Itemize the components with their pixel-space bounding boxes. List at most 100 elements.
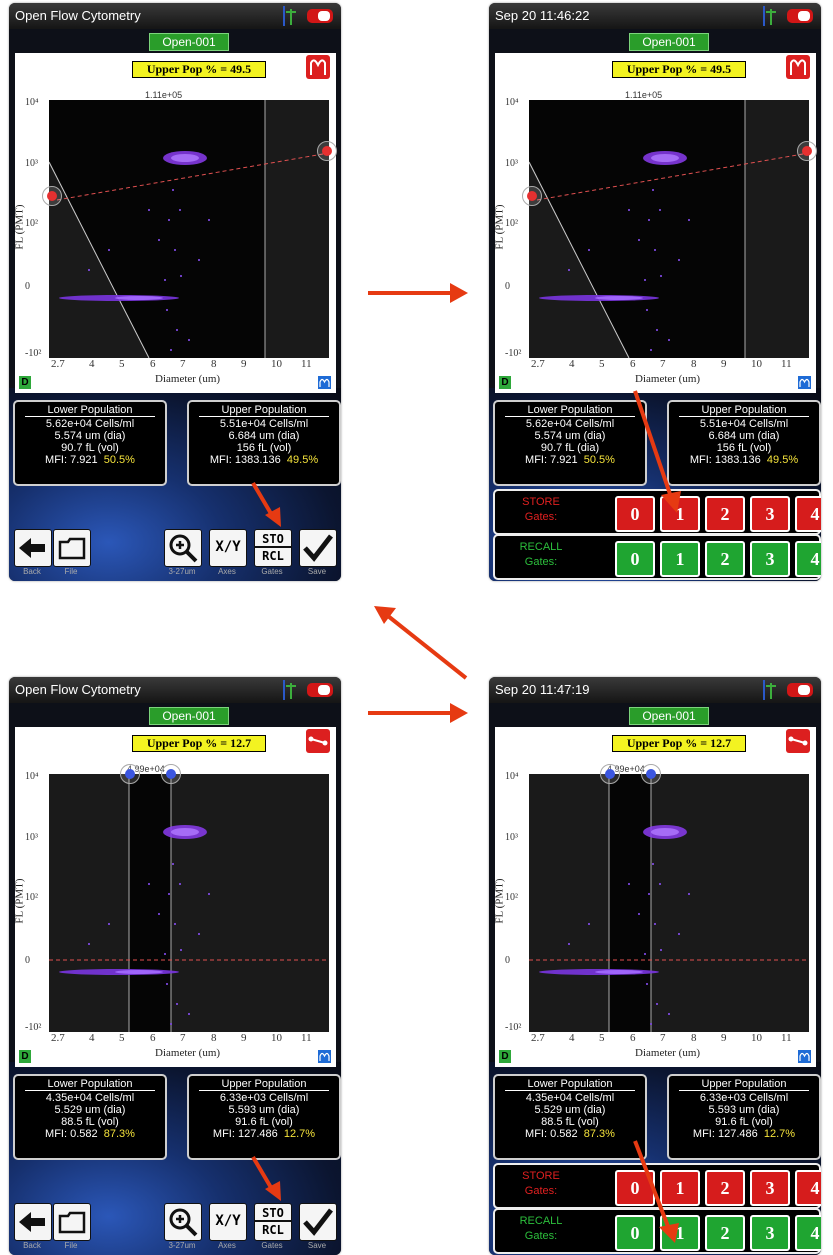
file-icon xyxy=(58,537,86,560)
histogram-icon[interactable] xyxy=(798,1050,811,1063)
gate-handle[interactable] xyxy=(42,186,62,206)
y-tick: 10⁴ xyxy=(25,771,39,782)
x-tick: 5 xyxy=(599,1032,605,1044)
gate-count-annotation: 1.11e+05 xyxy=(145,90,183,100)
recall-label-line2: Gates: xyxy=(524,556,558,568)
d-button[interactable]: D xyxy=(499,1050,511,1063)
y-tick: 10² xyxy=(25,892,38,903)
recall-slot-2[interactable]: 2 xyxy=(705,1215,745,1251)
plot-area: Upper Pop % = 12.7 10⁴ 10³ 10² 0 -10² 2.7 4 5 6 7… xyxy=(14,727,336,1067)
diameter-value: 6.684 um (dia) xyxy=(708,430,780,442)
gate-handle[interactable] xyxy=(522,186,542,206)
d-button[interactable]: D xyxy=(499,376,511,389)
x-tick: 7 xyxy=(660,1032,666,1044)
gate-shape-button[interactable] xyxy=(306,55,330,79)
y-axis-label: FL (PMT) xyxy=(493,878,506,924)
upper-pop-label: Upper Pop % = 49.5 xyxy=(612,61,746,78)
x-tick: 8 xyxy=(211,358,217,370)
save-button[interactable] xyxy=(299,1203,337,1241)
gate-handle[interactable] xyxy=(161,764,181,784)
arrow-to-recall-slot xyxy=(633,1140,679,1243)
store-slot-2[interactable]: 2 xyxy=(705,496,745,532)
store-slot-3[interactable]: 3 xyxy=(750,496,790,532)
gates-button[interactable]: STO RCL xyxy=(254,529,292,567)
store-slot-3[interactable]: 3 xyxy=(750,1170,790,1206)
file-button[interactable] xyxy=(53,1203,91,1241)
recall-slot-0[interactable]: 0 xyxy=(615,541,655,577)
save-button[interactable] xyxy=(299,529,337,567)
recall-label-line1: RECALL xyxy=(519,541,563,553)
y-tick: 0 xyxy=(505,955,510,966)
x-tick: 6 xyxy=(630,358,636,370)
gate-shape-button[interactable] xyxy=(786,55,810,79)
store-gates-label: STORE Gates: xyxy=(501,495,581,525)
scatter-plot[interactable] xyxy=(49,100,329,358)
diameter-value: 5.593 um (dia) xyxy=(708,1104,780,1116)
x-tick: 2.7 xyxy=(531,358,545,370)
d-button[interactable]: D xyxy=(19,376,31,389)
gates-button-caption: Gates xyxy=(261,567,283,576)
d-button[interactable]: D xyxy=(19,1050,31,1063)
cells-per-ml: 5.62e+04 Cells/ml xyxy=(45,418,135,430)
zoom-button[interactable] xyxy=(164,529,202,567)
lower-population-title: Lower Population xyxy=(25,1078,155,1091)
diameter-value: 5.574 um (dia) xyxy=(54,430,126,442)
arrow-to-store-slot xyxy=(633,390,681,513)
cells-per-ml: 6.33e+03 Cells/ml xyxy=(219,1092,309,1104)
zoom-button[interactable] xyxy=(164,1203,202,1241)
back-button[interactable] xyxy=(14,1203,52,1241)
diameter-value: 5.593 um (dia) xyxy=(228,1104,300,1116)
x-tick: 5 xyxy=(119,358,125,370)
scatter-plot[interactable] xyxy=(529,774,809,1032)
store-label-line1: STORE xyxy=(522,496,560,508)
recall-slot-4[interactable]: 4 xyxy=(795,541,821,577)
x-axis-label: Diameter (um) xyxy=(155,373,221,385)
gates-button[interactable]: STO RCL xyxy=(254,1203,292,1241)
arrow-right-bottom xyxy=(368,703,468,723)
gate-handle[interactable] xyxy=(317,141,337,161)
axes-button[interactable]: X/Y xyxy=(209,529,247,567)
back-button-caption: Back xyxy=(23,567,41,576)
arrow-right-top xyxy=(368,283,468,303)
file-button[interactable] xyxy=(53,529,91,567)
battery-icon xyxy=(787,9,813,23)
arrow-to-gates xyxy=(251,481,281,527)
lower-population-title: Lower Population xyxy=(505,404,635,417)
axes-button[interactable]: X/Y xyxy=(209,1203,247,1241)
gate-handle[interactable] xyxy=(797,141,817,161)
x-tick: 11 xyxy=(301,1032,312,1044)
histogram-icon[interactable] xyxy=(318,1050,331,1063)
plot-area: Upper Pop % = 49.5 10⁴ 10³ 10² 0 -10² 2.7 4 5 6 7… xyxy=(494,53,817,393)
arrow-diagonal-up-left xyxy=(374,606,468,680)
recall-slot-3[interactable]: 3 xyxy=(750,1215,790,1251)
scatter-plot[interactable] xyxy=(49,774,329,1032)
back-icon xyxy=(19,538,45,558)
y-tick: -10² xyxy=(505,348,522,359)
scatter-plot[interactable] xyxy=(529,100,809,358)
diameter-value: 5.574 um (dia) xyxy=(534,430,606,442)
store-slot-4[interactable]: 4 xyxy=(795,496,821,532)
gate-shape-button[interactable] xyxy=(306,729,330,753)
cells-per-ml: 5.62e+04 Cells/ml xyxy=(525,418,615,430)
gate-handle[interactable] xyxy=(600,764,620,784)
gate-handle[interactable] xyxy=(641,764,661,784)
recall-slot-4[interactable]: 4 xyxy=(795,1215,821,1251)
cells-per-ml: 4.35e+04 Cells/ml xyxy=(525,1092,615,1104)
back-button[interactable] xyxy=(14,529,52,567)
battery-icon xyxy=(307,9,333,23)
recall-slot-2[interactable]: 2 xyxy=(705,541,745,577)
y-tick: 10² xyxy=(25,218,38,229)
gate-shape-button[interactable] xyxy=(786,729,810,753)
recall-slot-3[interactable]: 3 xyxy=(750,541,790,577)
store-slot-4[interactable]: 4 xyxy=(795,1170,821,1206)
gate-handle[interactable] xyxy=(120,764,140,784)
store-slot-2[interactable]: 2 xyxy=(705,1170,745,1206)
histogram-icon[interactable] xyxy=(318,376,331,389)
histogram-icon[interactable] xyxy=(798,376,811,389)
axes-button-caption: Axes xyxy=(218,1241,236,1250)
lower-population-box: Lower Population 5.62e+04 Cells/ml 5.574… xyxy=(13,400,167,486)
y-tick: -10² xyxy=(25,1022,42,1033)
file-icon xyxy=(58,1211,86,1234)
recall-slot-1[interactable]: 1 xyxy=(660,541,700,577)
sample-name: Open-001 xyxy=(629,707,709,725)
